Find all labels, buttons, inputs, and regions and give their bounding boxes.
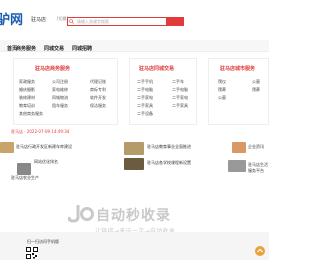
card-link[interactable]: 家电维修	[52, 87, 68, 93]
card-link[interactable]: 代理记账	[90, 79, 106, 85]
back-to-top-icon[interactable]	[254, 245, 266, 257]
news-thumbnail[interactable]	[17, 163, 31, 175]
search-icon	[69, 19, 74, 24]
watermark-logo-icon	[68, 205, 94, 223]
current-city: 驻马店	[31, 17, 47, 23]
news-thumbnail[interactable]	[0, 142, 14, 153]
card-link[interactable]: 保洁服务	[90, 103, 106, 109]
news-thumbnail[interactable]	[232, 142, 246, 153]
card-link[interactable]: 二手车	[172, 79, 184, 85]
card-link[interactable]: 殡葬	[218, 87, 226, 93]
date-line: 驻马店 · 2022-07-09 14:49:34	[11, 129, 70, 134]
card-city-title: 驻马店城市服务	[220, 66, 256, 72]
card-link[interactable]: 软件开发	[90, 95, 106, 101]
card-link[interactable]: 二手家电	[172, 95, 188, 101]
card-link[interactable]: 公墓	[218, 95, 226, 101]
card-link[interactable]: 二手家具	[137, 103, 153, 109]
card-link[interactable]: 公墓	[252, 79, 260, 85]
card-link[interactable]: 装修建材	[19, 95, 35, 101]
news-title[interactable]: 网站优化排名	[34, 159, 58, 165]
card-link[interactable]: 商标专利	[90, 87, 106, 93]
nav-business[interactable]: 商务服务	[16, 45, 36, 52]
card-business-title: 驻马店商务服务	[35, 66, 71, 72]
card-link[interactable]: 租车服务	[52, 103, 68, 109]
card-link[interactable]: 殡葬	[252, 87, 260, 93]
news-title[interactable]: 驻马店各学校课程新设置	[147, 160, 191, 166]
news-title[interactable]: 驻马店生活服务平台	[248, 162, 269, 174]
card-trade-title: 驻马店同城交易	[139, 66, 175, 72]
qr-code-icon	[26, 247, 38, 259]
card-link[interactable]: 教育培训	[19, 103, 35, 109]
header: 驴网 驻马店 [切换]	[0, 0, 269, 40]
card-link[interactable]: 二手手机	[137, 79, 153, 85]
search-button[interactable]	[166, 17, 184, 26]
news-title[interactable]: 驻马店农业生产	[11, 175, 39, 181]
card-link[interactable]: 其他商务服务	[19, 111, 43, 117]
site-logo[interactable]: 驴网	[0, 9, 23, 28]
news-thumbnail[interactable]	[124, 142, 144, 155]
search-box	[67, 17, 167, 26]
card-link[interactable]: 二手电脑	[172, 87, 188, 93]
card-link[interactable]: 二手设备	[137, 111, 153, 117]
footer	[0, 232, 269, 260]
nav-trade[interactable]: 同城交易	[44, 45, 64, 52]
news-title[interactable]: 驻马店教育事业全面推进	[147, 144, 191, 150]
watermark-title: 自动秒收录	[96, 208, 171, 224]
card-link[interactable]: 二手家电	[137, 95, 153, 101]
card-link[interactable]: 家政服务	[19, 79, 35, 85]
card-link[interactable]: 公司注册	[52, 79, 68, 85]
news-thumbnail[interactable]	[228, 160, 246, 172]
news-thumbnail[interactable]	[124, 158, 144, 170]
search-input[interactable]	[68, 18, 167, 25]
card-link[interactable]: 二手家具	[172, 103, 188, 109]
news-title[interactable]: 企业资讯	[248, 144, 264, 150]
footer-title: 扫一扫访问手机版	[27, 239, 59, 244]
nav-jobs[interactable]: 同城招聘	[72, 45, 92, 52]
card-link[interactable]: 同城物流	[52, 95, 68, 101]
card-link[interactable]: 二手电脑	[137, 87, 153, 93]
news-title[interactable]: 驻马店行政开发区新建车库建设	[16, 144, 72, 150]
card-link[interactable]: 婚庆摄影	[19, 87, 35, 93]
main-nav	[0, 40, 269, 52]
card-link[interactable]: 殡仪	[218, 79, 226, 85]
